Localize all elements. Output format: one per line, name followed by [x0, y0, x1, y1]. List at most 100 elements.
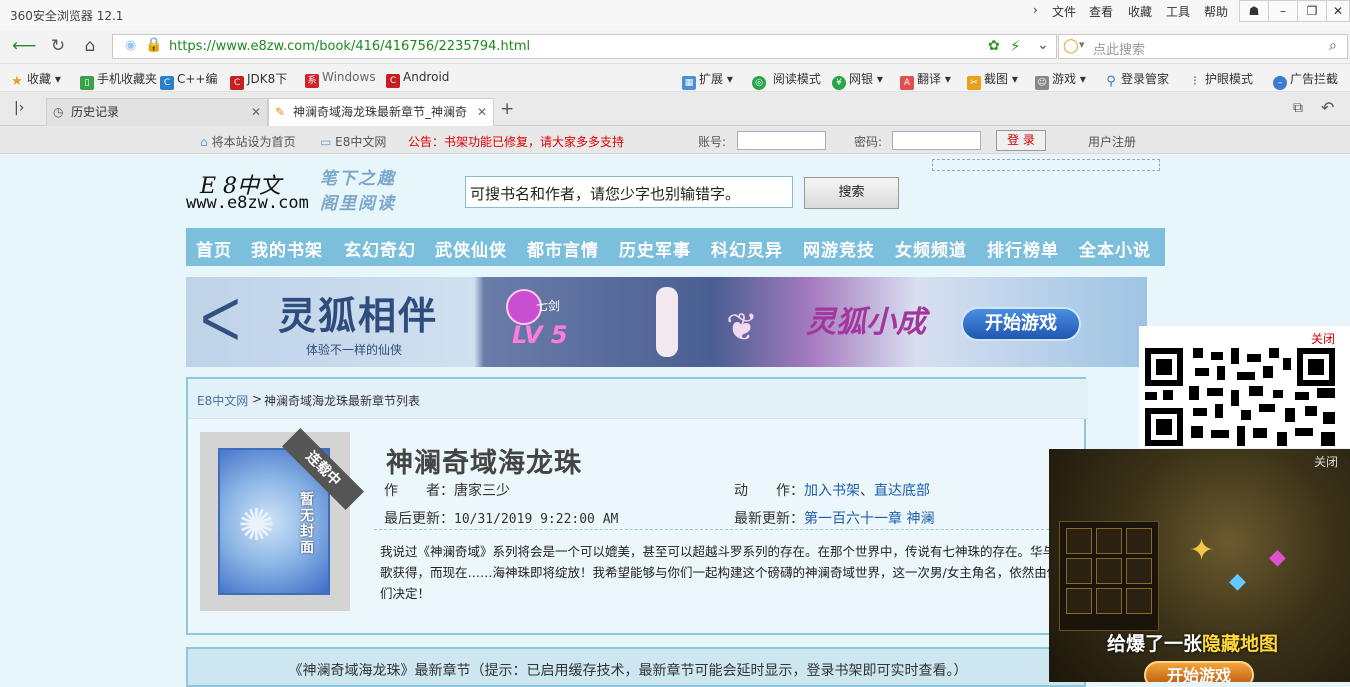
menu-help[interactable]: 帮助: [1204, 3, 1228, 20]
tool-reader[interactable]: ◎ 阅读模式: [752, 70, 821, 90]
fav-jdk[interactable]: C JDK8下: [230, 70, 287, 90]
eye-icon: ⁝: [1192, 74, 1198, 89]
account-label: 账号:: [698, 135, 727, 149]
qr-ad-close-button[interactable]: 关闭: [1311, 330, 1335, 347]
character-figure: [656, 287, 678, 357]
minimize-button[interactable]: –: [1268, 0, 1298, 22]
book-search-input[interactable]: 可搜书名和作者，请您少字也别输错字。: [465, 176, 793, 208]
nav-scifi[interactable]: 科幻灵异: [711, 236, 783, 261]
tool-adblock[interactable]: – 广告拦截: [1273, 70, 1338, 90]
game-ad-play-button[interactable]: 开始游戏: [1144, 661, 1254, 682]
menu-view[interactable]: 查看: [1089, 3, 1113, 20]
nav-wuxia[interactable]: 武侠仙侠: [435, 236, 507, 261]
fav-mobile[interactable]: ▯ 手机收藏夹: [80, 70, 157, 90]
nav-history[interactable]: 历史军事: [619, 236, 691, 261]
inventory-slot: [1096, 588, 1122, 614]
search-placeholder: 点此搜索: [1093, 43, 1146, 58]
game-ad-text: 给爆了一张隐藏地图: [1107, 633, 1279, 655]
new-tab-icon[interactable]: +: [500, 99, 514, 119]
latest-chapter-row: 最新更新：第一百六十一章 神澜: [734, 511, 935, 527]
phone-icon: ▯: [80, 76, 94, 90]
tool-login-manager[interactable]: ⚲ 登录管家: [1104, 70, 1169, 89]
scissors-icon: ✂: [967, 76, 981, 90]
key-icon: ⚲: [1106, 74, 1116, 89]
add-to-shelf-link[interactable]: 加入书架: [804, 483, 860, 499]
tool-extensions[interactable]: ▦ 扩展 ▾: [682, 70, 733, 90]
search-engine-icon[interactable]: ◯: [1063, 38, 1079, 54]
menu-favorites[interactable]: 收藏: [1128, 3, 1152, 20]
site-link[interactable]: ▭ E8中文网: [320, 133, 386, 150]
skin-icon[interactable]: ☗: [1239, 0, 1269, 22]
game-ad-close-button[interactable]: 关闭: [1314, 453, 1338, 470]
home-icon[interactable]: ⌂: [78, 35, 102, 57]
fav-windows[interactable]: 系 Windows: [305, 70, 376, 88]
latest-chapter-link[interactable]: 第一百六十一章 神澜: [804, 511, 934, 527]
close-window-button[interactable]: ✕: [1326, 0, 1350, 22]
undo-close-icon[interactable]: ↶: [1321, 98, 1334, 117]
nav-female[interactable]: 女频频道: [895, 236, 967, 261]
chapter-list-header: 《神澜奇域海龙珠》最新章节（提示：已启用缓存技术，最新章节可能会延时显示，登录书…: [186, 647, 1086, 687]
search-icon[interactable]: ⌕: [1329, 38, 1337, 54]
site-icon: C: [160, 76, 174, 90]
url-dropdown-icon[interactable]: ⌄: [1037, 37, 1049, 53]
csdn-icon: C: [230, 76, 244, 90]
tool-games[interactable]: ☺ 游戏 ▾: [1035, 70, 1086, 90]
banner-sword-label: 七剑: [536, 299, 561, 313]
tab-current[interactable]: ✎ 神澜奇域海龙珠最新章节_神澜奇 ✕: [268, 98, 494, 126]
author-name: 唐家三少: [454, 483, 510, 499]
close-tab-icon[interactable]: ✕: [476, 99, 487, 125]
nav-bookshelf[interactable]: 我的书架: [251, 236, 323, 261]
security-shield-icon[interactable]: ✿: [988, 38, 1000, 54]
tab-list-icon[interactable]: ⧉: [1293, 100, 1303, 116]
menu-file[interactable]: 文件: [1052, 3, 1076, 20]
fav-collect[interactable]: ★ 收藏 ▾: [10, 70, 61, 89]
search-engine-dropdown-icon[interactable]: ▾: [1079, 38, 1085, 51]
nav-complete[interactable]: 全本小说: [1079, 236, 1151, 261]
nav-rankings[interactable]: 排行榜单: [987, 236, 1059, 261]
banner-subtitle: 体验不一样的仙侠: [306, 343, 403, 357]
breadcrumb-home[interactable]: E8中文网: [197, 392, 248, 409]
set-homepage-link[interactable]: ⌂ 将本站设为首页: [200, 133, 295, 150]
page-icon: ◉: [125, 38, 137, 53]
fav-android[interactable]: C Android: [386, 70, 449, 88]
menu-tools[interactable]: 工具: [1166, 3, 1190, 20]
nav-gaming[interactable]: 网游竞技: [803, 236, 875, 261]
search-field[interactable]: ◯ ▾ 点此搜索 ⌕: [1058, 34, 1348, 59]
breadcrumb-separator: >: [252, 392, 263, 406]
password-input[interactable]: [892, 131, 981, 150]
fav-cpp[interactable]: C C++编: [160, 70, 218, 90]
speed-mode-icon[interactable]: ⚡: [1010, 37, 1021, 55]
url-field[interactable]: ◉ 🔒 https://www.e8zw.com/book/416/416756…: [112, 34, 1057, 59]
tool-eye-care[interactable]: ⁝ 护眼模式: [1188, 70, 1253, 89]
gamepad-icon: ☺: [1035, 76, 1049, 90]
tool-bank[interactable]: ¥ 网银 ▾: [832, 70, 883, 90]
reload-icon[interactable]: ↻: [46, 35, 70, 57]
action-row: 动 作：加入书架、直达底部: [734, 483, 930, 499]
close-tab-icon[interactable]: ✕: [251, 99, 261, 125]
tool-translate[interactable]: A 翻译 ▾: [900, 70, 951, 90]
sidebar-toggle-icon[interactable]: |›: [14, 100, 24, 116]
maximize-button[interactable]: ❐: [1297, 0, 1327, 22]
nav-home[interactable]: 首页: [196, 236, 232, 261]
book-cover[interactable]: ✺ 连载中 暂无封面: [200, 427, 365, 611]
book-search-button[interactable]: 搜索: [804, 177, 899, 209]
divider: [374, 529, 1054, 530]
account-input[interactable]: [737, 131, 826, 150]
register-link[interactable]: 用户注册: [1088, 133, 1136, 150]
favorites-bar: ★ 收藏 ▾ ▯ 手机收藏夹 C C++编 C JDK8下 系 Windows C Andr…: [0, 64, 1350, 92]
login-button[interactable]: 登 录: [996, 130, 1046, 151]
banner-mid-text: 灵狐小成: [806, 305, 926, 340]
adblock-icon: –: [1273, 76, 1287, 90]
tab-history[interactable]: ◷ 历史记录 ✕: [46, 98, 268, 126]
lock-icon[interactable]: 🔒: [145, 37, 162, 53]
go-bottom-link[interactable]: 直达底部: [874, 483, 930, 499]
tool-screenshot[interactable]: ✂ 截图 ▾: [967, 70, 1018, 90]
nav-urban[interactable]: 都市言情: [527, 236, 599, 261]
tab-label: 神澜奇域海龙珠最新章节_神澜奇: [293, 105, 468, 119]
back-icon[interactable]: ⟵: [12, 35, 36, 57]
game-banner-ad[interactable]: ᐸ 灵狐相伴 体验不一样的仙侠 七剑 LV 5 ❦ 灵狐小成 开始游戏: [186, 277, 1147, 367]
game-video-ad[interactable]: 关闭 ✦ ◆ ◆ 给爆了一张隐藏地图 开始游戏: [1049, 449, 1350, 682]
chevron-icon[interactable]: ›: [1033, 3, 1038, 17]
nav-fantasy[interactable]: 玄幻奇幻: [344, 236, 416, 261]
banner-play-button[interactable]: 开始游戏: [961, 307, 1081, 341]
